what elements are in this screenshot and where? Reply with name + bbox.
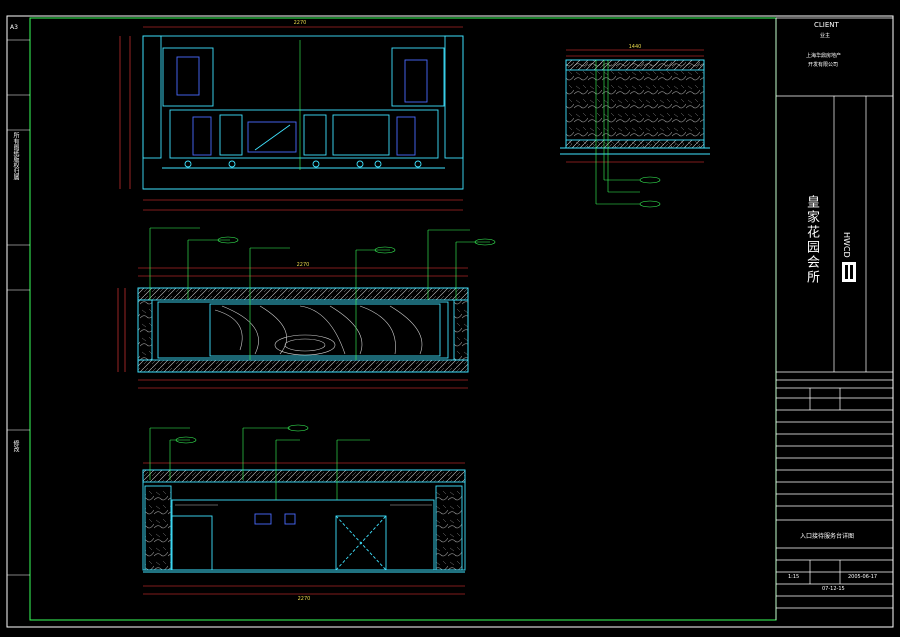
client-label: CLIENT (814, 21, 839, 29)
elevation-c (142, 469, 466, 573)
elevation-c-total-dim: 2270 (298, 596, 311, 602)
cad-drawing-sheet: 2270 1440 2270 2270 (6, 15, 894, 628)
revision-value: 07-12-15 (822, 586, 845, 592)
drawing-title: 入口接待服务台详图 (800, 533, 855, 540)
date-value: 2005-06-17 (848, 574, 878, 580)
elevation-c-leaders (149, 424, 370, 500)
margin-label-copyright: 所有图纸版权归属 (12, 132, 19, 180)
title-block (775, 17, 893, 620)
left-margin-ticks (7, 39, 30, 576)
elevation-a (142, 35, 464, 190)
elevation-b-total-dim: 2270 (297, 262, 310, 268)
elevation-a-total-dim: 2270 (294, 20, 307, 26)
client-cn-label: 业主 (820, 33, 831, 39)
section-view (560, 59, 710, 155)
elevation-c-dims (143, 462, 465, 595)
firm-logo-text: HWCD (842, 232, 851, 258)
elevation-b (137, 287, 469, 373)
project-name: 皇家花园会所 (804, 195, 819, 285)
elevation-a-dims (119, 26, 463, 211)
section-total-dim: 1440 (629, 44, 642, 50)
scale-value: 1:15 (788, 574, 800, 580)
client-name-line2: 开发有限公司 (808, 62, 839, 68)
margin-label-revision: 修改 (12, 440, 19, 452)
client-name-line1: 上海华鼎房地产 (806, 53, 842, 59)
hwcd-logo-mark (842, 262, 856, 282)
margin-label-top: A3 (10, 24, 18, 31)
